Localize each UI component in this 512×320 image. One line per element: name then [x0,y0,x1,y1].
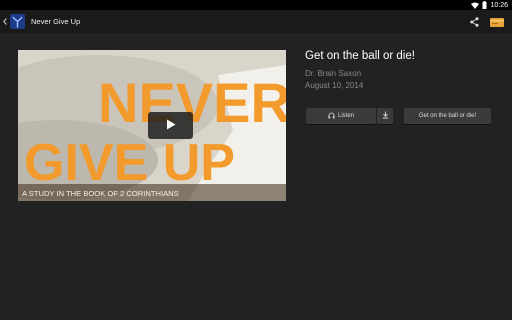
listen-label: Listen [337,113,354,119]
video-player[interactable]: NEVER GIVE UP A STUDY IN THE BOOK OF 2 C… [18,50,286,201]
headphones-icon [328,112,335,121]
app-title: Never Give Up [31,17,81,26]
sermon-date: August 10, 2014 [305,81,364,90]
video-subtitle: A STUDY IN THE BOOK OF 2 CORINTHIANS [22,189,179,198]
app-logo-icon[interactable] [10,14,25,29]
listen-button[interactable]: Listen [306,108,376,124]
speaker-name: Dr. Brain Saxon [305,69,362,78]
gift-card-icon[interactable] [490,14,504,32]
video-title-line2: GIVE UP [24,134,235,192]
back-chevron-icon[interactable] [1,10,9,33]
play-button[interactable] [148,112,193,139]
action-bar: Never Give Up [0,10,512,33]
status-time: 10:26 [490,1,508,9]
play-icon [166,117,176,135]
share-icon[interactable] [470,14,479,32]
download-button[interactable] [377,108,393,124]
sermon-title: Get on the ball or die! [305,50,415,62]
sermon-link-button[interactable]: Get on the ball or die! [404,108,491,124]
status-bar: 10:26 [0,0,512,10]
download-icon [382,111,389,121]
